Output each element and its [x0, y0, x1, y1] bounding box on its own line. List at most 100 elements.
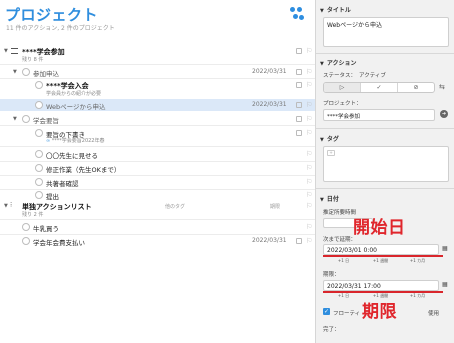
note-icon[interactable]: [296, 82, 302, 88]
action-row[interactable]: 修正作業（先生OKまで） ⚐: [0, 162, 315, 174]
flag-icon[interactable]: ⚐: [306, 115, 312, 123]
status-circle[interactable]: [35, 81, 43, 89]
complete-status-icon[interactable]: ✓: [361, 83, 398, 92]
defer-date-field[interactable]: 2022/03/01 0:00: [323, 244, 439, 255]
due-placeholder[interactable]: 期限: [270, 203, 280, 210]
action-row[interactable]: 提出 ⚐: [0, 184, 315, 201]
page-title: プロジェクト: [5, 6, 99, 24]
active-status-icon[interactable]: ▷: [324, 83, 361, 92]
single-actions-icon: ⁝: [10, 201, 13, 209]
disclosure-triangle-icon[interactable]: ▼: [4, 203, 8, 209]
flag-icon[interactable]: ⚐: [306, 81, 312, 89]
group-row[interactable]: ▼ 学会要旨 ⚐: [0, 113, 315, 125]
app-window: プロジェクト 11 件のアクション, 2 件のプロジェクト ▼ ****学会参加…: [0, 0, 454, 343]
disclosure-triangle-icon[interactable]: ▼: [13, 69, 17, 75]
status-circle[interactable]: [35, 129, 43, 137]
action-row[interactable]: 学会年会費支払い 2022/03/31 ⚐: [0, 235, 315, 247]
annotation-due-date: 期限: [362, 302, 397, 322]
status-circle[interactable]: [22, 68, 30, 76]
tags-field[interactable]: +: [323, 146, 449, 182]
status-circle[interactable]: [35, 150, 43, 158]
inspector-pane: ▼ タイトル Webページから申込 ▼ アクション ステータス： アクティブ ▷ ✓ …: [316, 0, 454, 343]
flag-icon[interactable]: ⚐: [306, 150, 312, 158]
status-segmented-control[interactable]: ▷ ✓ ⊘: [323, 82, 435, 93]
divider: [316, 53, 454, 54]
divider: [0, 219, 315, 220]
flag-icon[interactable]: ⚐: [306, 237, 312, 245]
title-field[interactable]: Webページから申込: [323, 17, 449, 47]
calendar-icon[interactable]: ▦: [442, 245, 448, 252]
due-plus-day-button[interactable]: +1 日: [325, 293, 362, 299]
project-row[interactable]: ▼ ⁝ 単独アクションリスト 他のタグ 期限 ⚐: [0, 200, 315, 212]
action-row[interactable]: 〇〇先生に見せる ⚐: [0, 148, 315, 160]
status-circle[interactable]: [35, 101, 43, 109]
calendar-icon[interactable]: ▦: [442, 281, 448, 288]
row-label: 学会要旨: [33, 117, 59, 125]
row-label: 〇〇先生に見せる: [46, 152, 98, 160]
page-subtitle: 11 件のアクション, 2 件のプロジェクト: [6, 25, 115, 32]
note-icon[interactable]: [296, 116, 302, 122]
divider: [0, 64, 315, 65]
note-icon[interactable]: [296, 102, 302, 108]
tag-placeholder[interactable]: 他のタグ: [165, 203, 185, 210]
due-label: 期限：: [323, 272, 340, 278]
status-circle[interactable]: [22, 223, 30, 231]
status-circle[interactable]: [35, 191, 43, 199]
note-icon[interactable]: [296, 69, 302, 75]
project-label: プロジェクト：: [323, 101, 362, 107]
row-label: 牛乳買う: [33, 225, 59, 233]
row-date: 2022/03/31: [252, 68, 287, 75]
section-action-header[interactable]: ▼ アクション: [320, 58, 357, 67]
divider: [0, 125, 315, 126]
disclosure-triangle-icon[interactable]: ▼: [4, 48, 8, 54]
flag-icon[interactable]: ⚐: [306, 129, 312, 137]
row-note: 学会員からの紹介が必要: [46, 91, 102, 97]
defer-quick-buttons: +1 日 +1 週間 +1 カ月: [325, 258, 436, 264]
note-icon[interactable]: [296, 48, 302, 54]
view-options-icon[interactable]: [290, 7, 304, 21]
divider: [0, 146, 315, 147]
add-tag-icon[interactable]: +: [327, 150, 335, 156]
flag-icon[interactable]: ⚐: [306, 202, 312, 210]
row-label: 参加申込: [33, 70, 59, 78]
flag-icon[interactable]: ⚐: [306, 101, 312, 109]
divider: [316, 128, 454, 129]
disclosure-triangle-icon[interactable]: ▼: [320, 61, 324, 67]
flag-icon[interactable]: ⚐: [306, 223, 312, 231]
defer-plus-day-button[interactable]: +1 日: [325, 258, 362, 264]
project-row[interactable]: ▼ ****学会参加 ⚐: [0, 45, 315, 57]
disclosure-triangle-icon[interactable]: ▼: [320, 197, 324, 203]
row-label: 修正作業（先生OKまで）: [46, 166, 121, 174]
project-field[interactable]: ****学会参加: [323, 109, 435, 121]
go-to-project-icon[interactable]: ➜: [440, 110, 448, 118]
status-circle[interactable]: [22, 237, 30, 245]
due-date-field[interactable]: 2022/03/31 17:00: [323, 280, 439, 291]
flag-icon[interactable]: ⚐: [306, 47, 312, 55]
action-row[interactable]: 牛乳買う ⚐: [0, 221, 315, 233]
disclosure-triangle-icon[interactable]: ▼: [320, 137, 324, 143]
action-row-selected[interactable]: Webページから申込 2022/03/31 ⚐: [0, 99, 315, 111]
section-tags-header[interactable]: ▼ タグ: [320, 134, 339, 143]
complete-label: 完了：: [323, 327, 340, 333]
flag-icon[interactable]: ⚐: [306, 191, 312, 199]
defer-plus-week-button[interactable]: +1 週間: [362, 258, 399, 264]
section-title-header[interactable]: ▼ タイトル: [320, 5, 351, 14]
note-icon[interactable]: [296, 238, 302, 244]
floating-checkbox[interactable]: ✓: [323, 308, 330, 315]
flag-icon[interactable]: ⚐: [306, 164, 312, 172]
disclosure-triangle-icon[interactable]: ▼: [13, 116, 17, 122]
project-icon: [11, 48, 18, 54]
remaining-count: 残り 2 件: [22, 212, 44, 218]
row-date: 2022/03/31: [252, 101, 287, 108]
group-row[interactable]: ▼ 参加申込 2022/03/31 ⚐: [0, 66, 315, 78]
due-plus-month-button[interactable]: +1 カ月: [399, 293, 436, 299]
section-dates-header[interactable]: ▼ 日付: [320, 194, 339, 203]
status-circle[interactable]: [35, 164, 43, 172]
disclosure-triangle-icon[interactable]: ▼: [320, 8, 324, 14]
defer-plus-month-button[interactable]: +1 カ月: [399, 258, 436, 264]
status-circle[interactable]: [22, 115, 30, 123]
repeat-icon[interactable]: ⇆: [439, 83, 445, 91]
dropped-status-icon[interactable]: ⊘: [398, 83, 434, 92]
note-icon[interactable]: [296, 130, 302, 136]
flag-icon[interactable]: ⚐: [306, 68, 312, 76]
